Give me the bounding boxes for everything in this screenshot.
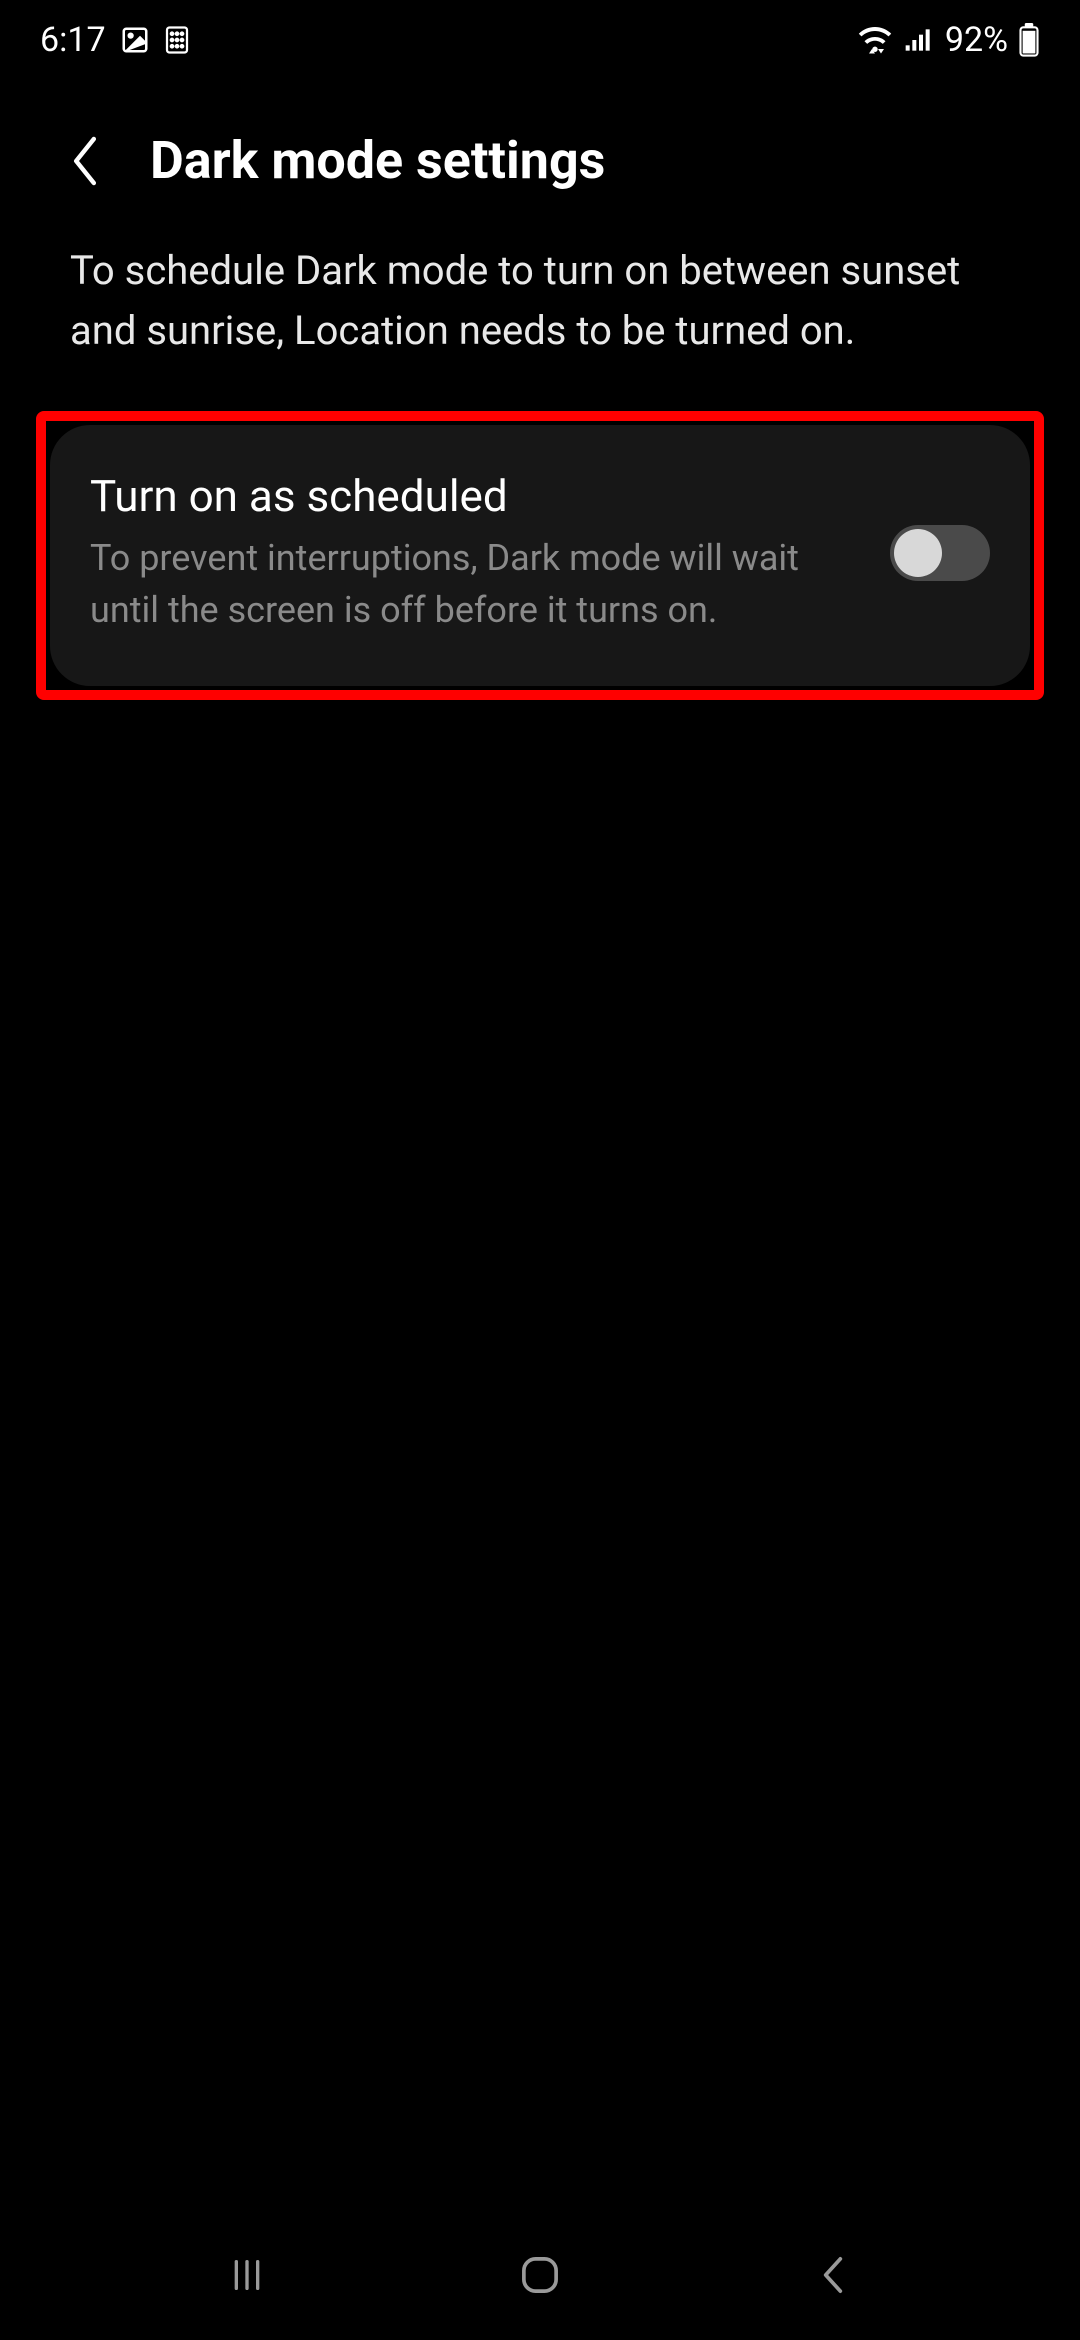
image-icon — [120, 25, 150, 55]
battery-percent: 92% — [945, 20, 1008, 60]
back-button[interactable] — [60, 136, 110, 186]
header: Dark mode settings — [0, 80, 1080, 221]
back-nav-button[interactable] — [793, 2245, 873, 2305]
schedule-toggle[interactable] — [890, 525, 990, 581]
home-button[interactable] — [500, 2245, 580, 2305]
card-subtitle: To prevent interruptions, Dark mode will… — [90, 532, 860, 636]
signal-icon — [903, 26, 935, 54]
wifi-icon — [857, 25, 893, 55]
card-title: Turn on as scheduled — [90, 470, 860, 522]
highlight-annotation: Turn on as scheduled To prevent interrup… — [36, 411, 1044, 700]
schedule-card[interactable]: Turn on as scheduled To prevent interrup… — [50, 425, 1030, 686]
keyboard-icon — [164, 25, 190, 55]
status-time: 6:17 — [40, 20, 106, 60]
toggle-knob — [894, 529, 942, 577]
page-title: Dark mode settings — [150, 130, 605, 191]
status-bar: 6:17 — [0, 0, 1080, 80]
recents-button[interactable] — [207, 2245, 287, 2305]
card-text: Turn on as scheduled To prevent interrup… — [90, 470, 860, 636]
page-description: To schedule Dark mode to turn on between… — [0, 221, 1080, 411]
battery-icon — [1018, 23, 1040, 57]
navigation-bar — [0, 2210, 1080, 2340]
status-left: 6:17 — [40, 20, 190, 60]
status-right: 92% — [857, 20, 1040, 60]
